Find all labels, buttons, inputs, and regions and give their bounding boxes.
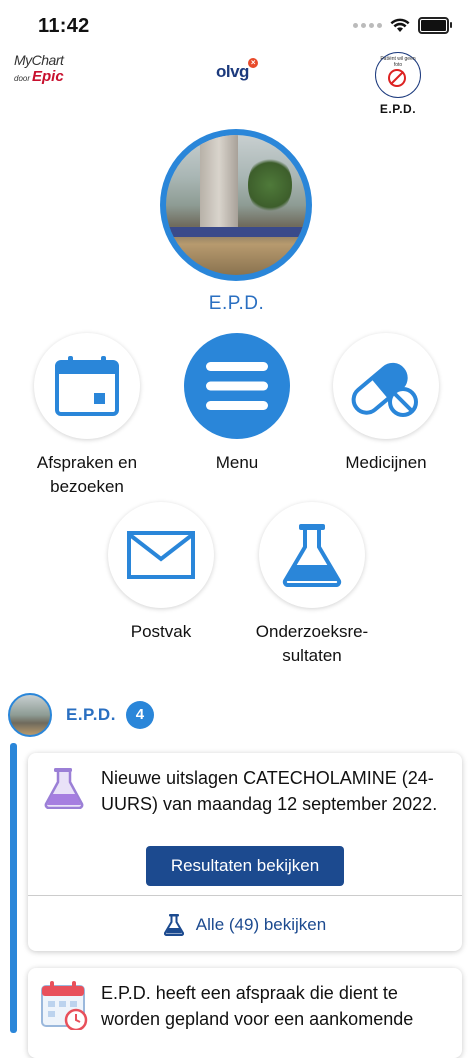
feed-name: E.P.D. — [66, 705, 116, 724]
no-camera-icon — [388, 69, 406, 87]
profile-avatar[interactable] — [160, 129, 312, 281]
flask-icon — [282, 524, 342, 587]
profile-name: E.P.D. — [208, 293, 265, 314]
calendar-clock-icon — [40, 980, 90, 1035]
results-notification-card: Nieuwe uitslagen CATECHOLAMINE (24-UURS)… — [28, 753, 462, 951]
olvg-logo: olvg × — [216, 58, 258, 82]
inbox-label: Postvak — [130, 622, 192, 641]
epic-logo-text: Epic — [32, 68, 64, 85]
feed-timeline-line — [10, 743, 17, 1033]
results-label: Onderzoeksre-sultaten — [232, 620, 392, 668]
hamburger-menu-icon — [206, 362, 268, 410]
status-icons — [353, 17, 452, 34]
view-results-button[interactable]: Resultaten bekijken — [146, 846, 344, 886]
medications-label: Medicijnen — [345, 453, 427, 472]
view-all-results-link[interactable]: Alle (49) bekijken — [28, 905, 462, 945]
appointments-button[interactable] — [34, 333, 140, 439]
menu-tile[interactable]: Menu — [157, 333, 317, 475]
appointments-tile[interactable]: Afspraken en bezoeken — [7, 333, 167, 499]
epd-account-badge[interactable]: Patiënt wil geen foto E.P.D. — [372, 52, 424, 116]
status-bar: 11:42 — [0, 0, 473, 48]
mychart-epic-logo: MyChart door Epic — [14, 52, 76, 86]
feed-count-badge: 4 — [125, 701, 154, 729]
appointment-notification-card: E.P.D. heeft een afspraak die dient te w… — [28, 968, 462, 1058]
inbox-tile[interactable]: Postvak — [81, 502, 241, 644]
pills-icon — [351, 362, 418, 417]
medications-button[interactable] — [333, 333, 439, 439]
results-message: Nieuwe uitslagen CATECHOLAMINE (24-UURS)… — [101, 768, 438, 814]
flask-small-icon — [163, 914, 184, 936]
appointments-label: Afspraken en bezoeken — [36, 453, 138, 496]
menu-label: Menu — [215, 453, 259, 472]
envelope-icon — [127, 531, 195, 579]
olvg-logo-mark: × — [247, 58, 258, 68]
no-photo-text: Patiënt wil geen foto — [380, 56, 416, 68]
calendar-icon — [55, 356, 119, 416]
badge-label: E.P.D. — [379, 102, 417, 116]
feed-header: E.P.D. 4 — [8, 692, 154, 738]
appointment-message: E.P.D. heeft een afspraak die dient te w… — [101, 983, 414, 1029]
mychart-sub-text: door — [14, 74, 31, 83]
status-time: 11:42 — [38, 15, 90, 37]
card-divider — [28, 895, 462, 896]
view-all-results-label: Alle (49) bekijken — [195, 915, 327, 934]
inbox-button[interactable] — [108, 502, 214, 608]
purple-flask-icon — [44, 767, 84, 814]
results-label-text: Onderzoeksre-sultaten — [255, 622, 369, 665]
results-button[interactable] — [259, 502, 365, 608]
medications-tile[interactable]: Medicijnen — [306, 333, 466, 475]
results-tile[interactable]: Onderzoeksre-sultaten — [232, 502, 392, 668]
menu-button[interactable] — [184, 333, 290, 439]
cellular-signal-icon — [353, 23, 382, 28]
mychart-logo-text: MyChart — [14, 52, 64, 68]
olvg-logo-text: olvg — [216, 62, 249, 81]
battery-icon — [418, 17, 452, 34]
profile-photo — [166, 135, 306, 275]
wifi-icon — [390, 18, 410, 32]
feed-avatar — [8, 693, 52, 737]
no-photo-badge: Patiënt wil geen foto — [375, 52, 421, 98]
